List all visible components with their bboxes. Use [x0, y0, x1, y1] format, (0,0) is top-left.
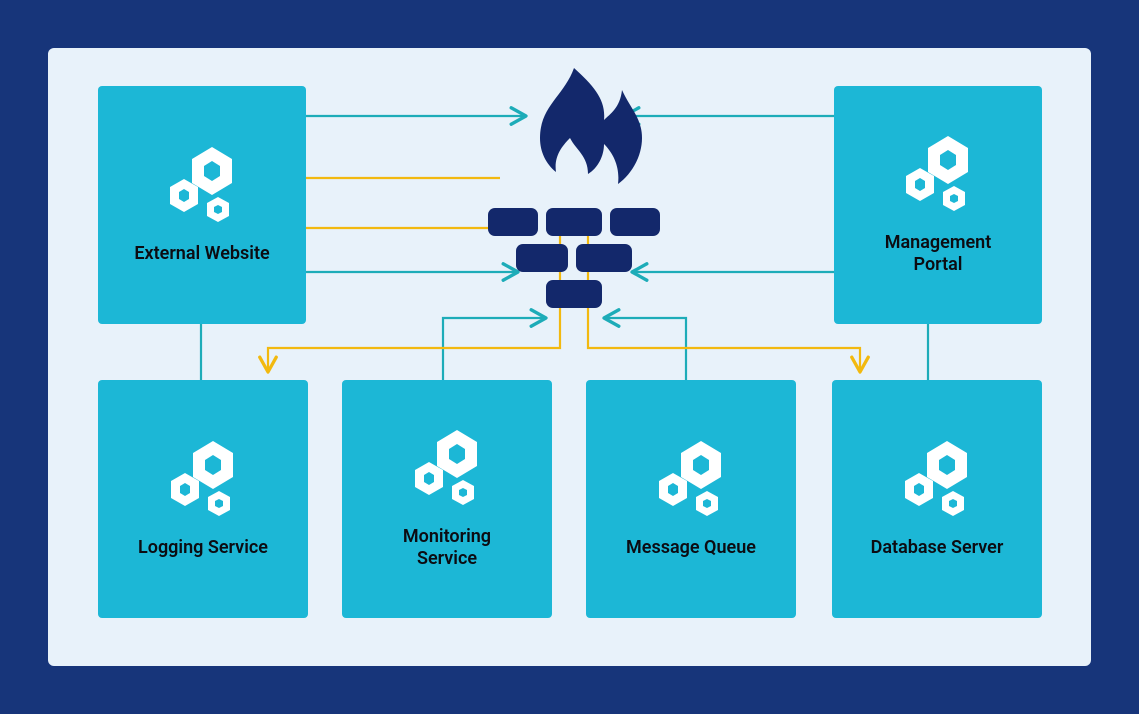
node-label: ManagementPortal [885, 232, 992, 277]
node-label: Logging Service [138, 537, 268, 560]
diagram-outer-frame: External Website ManagementPortal Loggin… [0, 0, 1139, 714]
node-message-queue: Message Queue [586, 380, 796, 618]
gears-icon [883, 128, 993, 218]
node-label: External Website [134, 243, 269, 266]
node-monitoring-service: MonitoringService [342, 380, 552, 618]
gears-icon [882, 433, 992, 523]
gears-icon [636, 433, 746, 523]
diagram-panel: External Website ManagementPortal Loggin… [48, 48, 1091, 666]
node-external-website: External Website [98, 86, 306, 324]
node-management-portal: ManagementPortal [834, 86, 1042, 324]
node-label: Database Server [871, 537, 1004, 560]
gears-icon [147, 139, 257, 229]
gears-icon [148, 433, 258, 523]
node-logging-service: Logging Service [98, 380, 308, 618]
node-database-server: Database Server [832, 380, 1042, 618]
gears-icon [392, 422, 502, 512]
node-label: Message Queue [626, 537, 756, 560]
arrow-firewall-to-logging [268, 220, 560, 372]
arrow-firewall-to-database [588, 220, 860, 372]
node-label: MonitoringService [403, 526, 491, 571]
